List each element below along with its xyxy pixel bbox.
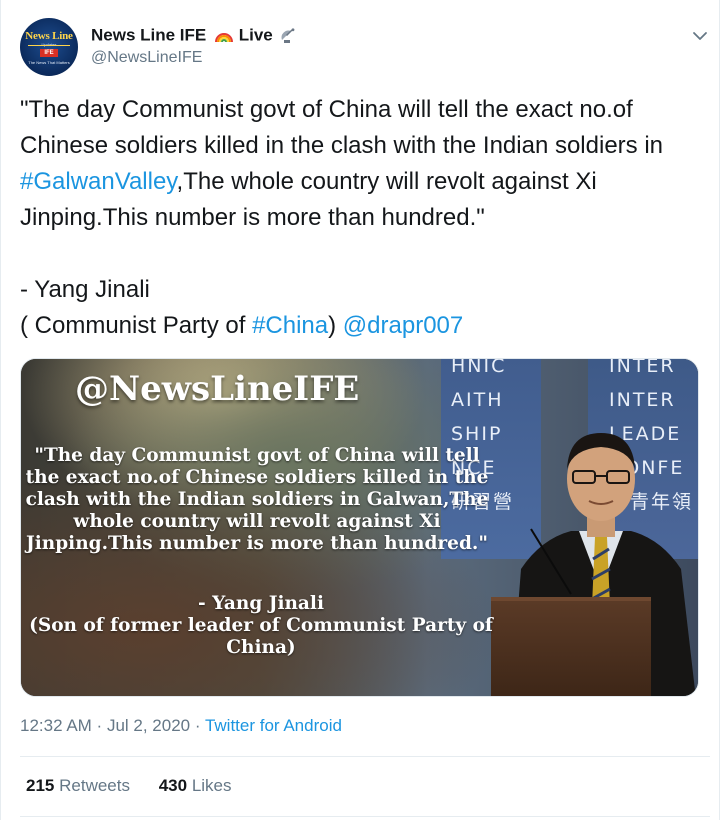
avatar-logo-text: News Line: [25, 30, 73, 42]
party-suffix: ): [328, 312, 343, 339]
tweet-attribution: - Yang Jinali: [20, 276, 150, 303]
display-name-suffix: Live: [238, 25, 273, 45]
tweet-time[interactable]: 12:32 AM: [20, 716, 92, 735]
tweet-source-link[interactable]: Twitter for Android: [205, 716, 342, 735]
hashtag-galwanvalley[interactable]: #GalwanValley: [20, 168, 177, 195]
likes-stat[interactable]: 430 Likes: [159, 776, 232, 795]
divider-top: [20, 756, 710, 757]
retweets-stat[interactable]: 215 Retweets: [26, 776, 130, 795]
tweet-header: News Line Updates IFE The News That Matt…: [20, 12, 710, 76]
satellite-icon: [282, 27, 295, 43]
rainbow-icon: [214, 32, 233, 42]
author-handle[interactable]: @NewsLineIFE: [91, 47, 297, 69]
tweet-card: News Line Updates IFE The News That Matt…: [0, 0, 720, 820]
avatar-divider: [28, 45, 70, 46]
retweets-count: 215: [26, 776, 55, 795]
hashtag-china[interactable]: #China: [252, 312, 328, 339]
meta-separator: ·: [91, 716, 107, 735]
meta-separator-2: ·: [190, 716, 205, 735]
tweet-quote-text: "The day Communist govt of China will te…: [20, 96, 664, 159]
tweet-image[interactable]: HNIC AITH SHIP NCE 研習營 INTER INTER LEADE…: [20, 358, 699, 697]
retweets-label: Retweets: [59, 776, 130, 795]
image-attribution: - Yang Jinali (Son of former leader of C…: [21, 593, 501, 659]
author-names: News Line IFE Live @NewsLineIFE: [91, 24, 297, 69]
divider-bottom: [20, 816, 710, 817]
podium: [491, 597, 651, 696]
chevron-down-icon[interactable]: [690, 26, 710, 46]
display-name-row[interactable]: News Line IFE Live: [91, 24, 297, 47]
display-name[interactable]: News Line IFE: [91, 26, 206, 45]
avatar[interactable]: News Line Updates IFE The News That Matt…: [20, 18, 78, 76]
image-quote-text: "The day Communist govt of China will te…: [25, 445, 489, 554]
tweet-stats: 215 Retweets 430 Likes: [26, 776, 256, 796]
tweet-quote-paragraph: "The day Communist govt of China will te…: [20, 92, 710, 236]
avatar-ife-badge: IFE: [40, 49, 58, 57]
tweet-body: "The day Communist govt of China will te…: [20, 92, 710, 344]
likes-label: Likes: [191, 776, 232, 795]
image-brand-watermark: @NewsLineIFE: [75, 369, 360, 409]
image-attribution-role: (Son of former leader of Communist Party…: [29, 615, 493, 658]
tweet-meta: 12:32 AM · Jul 2, 2020 · Twitter for And…: [20, 716, 342, 736]
party-prefix: ( Communist Party of: [20, 312, 253, 339]
likes-count: 430: [158, 776, 188, 795]
mention-drapr007[interactable]: @drapr007: [343, 312, 463, 339]
tweet-date[interactable]: Jul 2, 2020: [107, 716, 190, 735]
image-attribution-name: - Yang Jinali: [198, 593, 324, 614]
tweet-party-line: ( Communist Party of #China) @drapr007: [20, 308, 710, 344]
avatar-tagline: The News That Matters: [28, 60, 70, 65]
